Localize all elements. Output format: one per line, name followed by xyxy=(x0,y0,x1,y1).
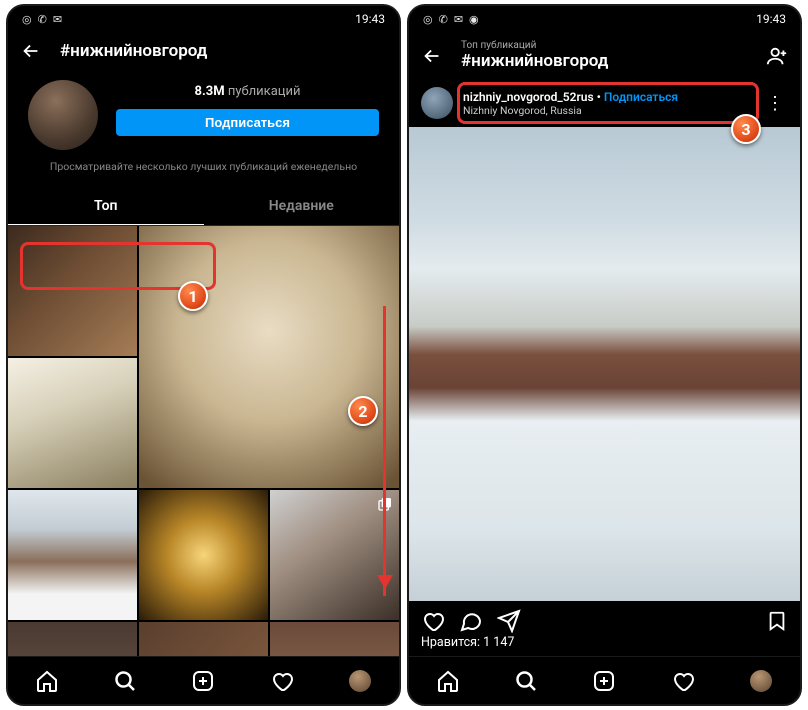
post-image[interactable] xyxy=(409,127,800,601)
inline-follow-link[interactable]: Подписаться xyxy=(604,90,678,104)
status-icon: ◎ xyxy=(423,13,433,26)
phone-left: ◎ ✆ ✉ 19:43 #нижнийновгород 8.3M публика… xyxy=(6,4,401,706)
grid-cell[interactable] xyxy=(270,490,399,620)
author-username-line[interactable]: nizhniy_novgorod_52rus • Подписаться xyxy=(463,90,752,104)
follow-button[interactable]: Подписаться xyxy=(116,109,379,136)
post-location[interactable]: Nizhniy Novgorod, Russia xyxy=(463,104,752,117)
hashtag-avatar xyxy=(28,80,98,150)
likes-count[interactable]: Нравится: 1 147 xyxy=(409,635,800,656)
hashtag-count: 8.3M публикаций xyxy=(116,84,379,99)
carousel-icon xyxy=(377,496,393,512)
post-more-icon[interactable]: ⋮ xyxy=(762,93,788,114)
status-icon: ✉ xyxy=(454,13,463,26)
author-avatar[interactable] xyxy=(421,87,453,119)
grid-cell[interactable] xyxy=(8,622,137,656)
nav-profile-avatar[interactable] xyxy=(348,669,372,693)
grid-cell[interactable] xyxy=(8,226,137,356)
nav-home-icon[interactable] xyxy=(35,669,59,693)
status-bar: ◎ ✆ ✉ 19:43 xyxy=(8,6,399,32)
status-bar: ◎ ✆ ✉ ◉ 19:43 xyxy=(409,6,800,32)
nav-profile-avatar[interactable] xyxy=(749,669,773,693)
back-button[interactable] xyxy=(20,40,42,62)
post-author-row: nizhniy_novgorod_52rus • Подписаться Niz… xyxy=(409,79,800,127)
nav-search-icon[interactable] xyxy=(514,669,538,693)
post-actions xyxy=(409,601,800,635)
bottom-nav xyxy=(8,656,399,704)
post-header: Топ публикаций #нижнийновгород xyxy=(409,32,800,79)
status-icon: ✉ xyxy=(53,13,62,26)
status-icon: ✆ xyxy=(38,13,47,26)
posts-grid[interactable] xyxy=(8,226,399,656)
phone-right: ◎ ✆ ✉ ◉ 19:43 Топ публикаций #нижнийновг… xyxy=(407,4,802,706)
grid-cell[interactable] xyxy=(139,622,268,656)
share-icon[interactable] xyxy=(497,609,521,633)
hashtag-header: #нижнийновгород xyxy=(8,32,399,70)
hashtag-title: #нижнийновгород xyxy=(461,51,748,71)
nav-activity-icon[interactable] xyxy=(671,669,695,693)
nav-add-icon[interactable] xyxy=(592,669,616,693)
status-icon: ✆ xyxy=(439,13,448,26)
nav-add-icon[interactable] xyxy=(191,669,215,693)
nav-home-icon[interactable] xyxy=(436,669,460,693)
tab-top[interactable]: Топ xyxy=(8,188,204,225)
back-button[interactable] xyxy=(421,45,443,67)
comment-icon[interactable] xyxy=(459,609,483,633)
grid-cell[interactable] xyxy=(139,490,268,620)
status-time: 19:43 xyxy=(756,12,786,26)
status-time: 19:43 xyxy=(355,12,385,26)
grid-cell[interactable] xyxy=(8,490,137,620)
status-icon: ◉ xyxy=(469,13,479,26)
grid-cell-large[interactable] xyxy=(139,226,399,488)
nav-activity-icon[interactable] xyxy=(270,669,294,693)
bookmark-icon[interactable] xyxy=(766,610,788,632)
tab-recent[interactable]: Недавние xyxy=(204,188,400,225)
nav-search-icon[interactable] xyxy=(113,669,137,693)
bottom-nav xyxy=(409,656,800,704)
hashtag-hero: 8.3M публикаций Подписаться xyxy=(8,70,399,150)
follow-hint: Просматривайте несколько лучших публикац… xyxy=(8,150,399,188)
grid-cell[interactable] xyxy=(270,622,399,656)
hashtag-title: #нижнийновгород xyxy=(60,41,387,61)
add-person-icon[interactable] xyxy=(766,45,788,67)
status-icon: ◎ xyxy=(22,13,32,26)
grid-cell[interactable] xyxy=(8,358,137,488)
like-icon[interactable] xyxy=(421,609,445,633)
tabs: Топ Недавние xyxy=(8,188,399,226)
header-subtitle: Топ публикаций xyxy=(461,40,748,51)
